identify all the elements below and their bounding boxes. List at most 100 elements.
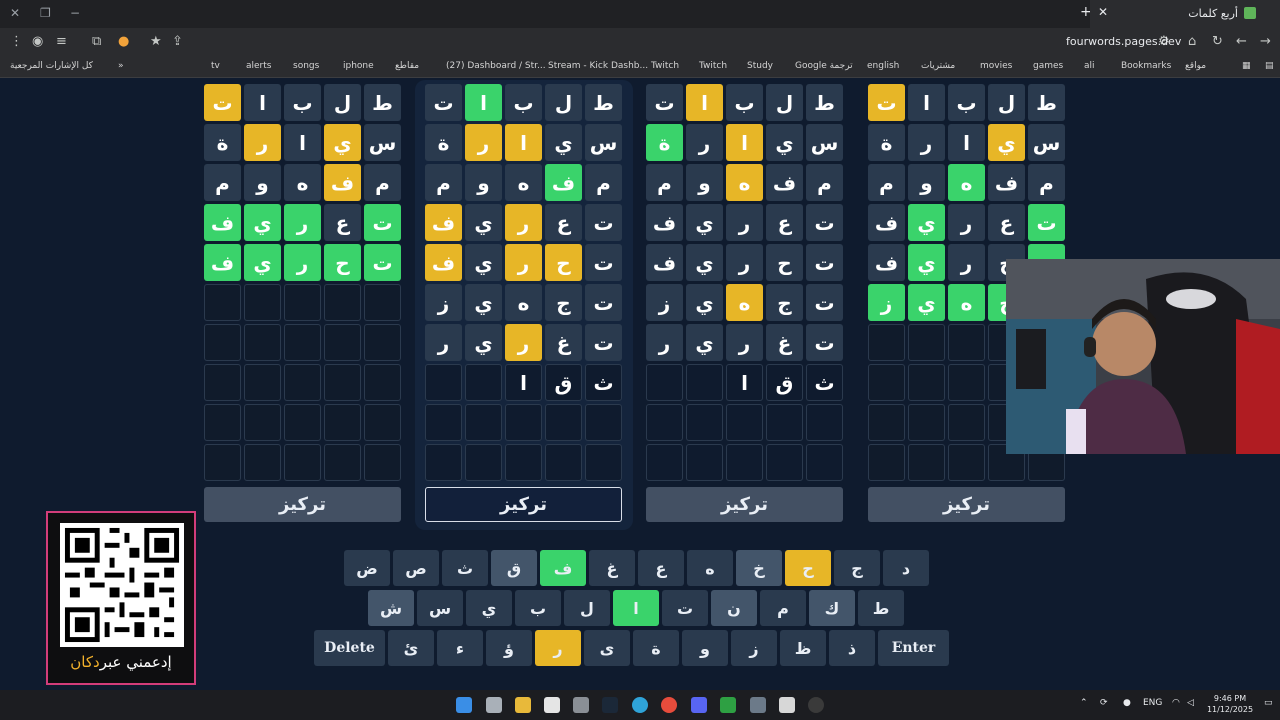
letter-tile: ل [988, 84, 1025, 121]
focus-button-board-1[interactable]: تركيز [204, 487, 401, 522]
home-icon[interactable]: ⌂ [1188, 34, 1196, 49]
bookmark-item[interactable]: (27) Dashboard / Str... [446, 61, 546, 71]
edge-icon[interactable] [632, 697, 648, 713]
delete-key[interactable]: Delete [314, 630, 385, 666]
task-view-icon[interactable] [486, 697, 502, 713]
store-icon[interactable] [544, 697, 560, 713]
extension-icon[interactable]: ● [118, 34, 129, 49]
language-indicator[interactable]: ENG [1143, 698, 1162, 708]
keyboard-key[interactable]: ط [858, 590, 904, 626]
keyboard-key[interactable]: ن [711, 590, 757, 626]
keyboard-key[interactable]: ة [633, 630, 679, 666]
keyboard-key[interactable]: ه [687, 550, 733, 586]
bookmark-star-icon[interactable]: ★ [150, 34, 162, 49]
bookmark-item[interactable]: Google ترجمة [795, 61, 853, 71]
notifications-icon[interactable]: ▭ [1264, 698, 1273, 708]
keyboard-key[interactable]: ر [535, 630, 581, 666]
tab-search-icon[interactable]: ▤ [1265, 61, 1274, 71]
keyboard-key[interactable]: ى [584, 630, 630, 666]
bookmark-item[interactable]: Stream - Kick Dashb... [548, 61, 648, 71]
bookmark-item[interactable]: Twitch [651, 61, 679, 71]
keyboard-key[interactable]: ؤ [486, 630, 532, 666]
bookmark-item[interactable]: english [867, 61, 899, 71]
volume-icon[interactable]: ◁ [1187, 698, 1194, 708]
obs-icon[interactable] [808, 697, 824, 713]
back-icon[interactable]: ← [1236, 34, 1247, 49]
profile-icon[interactable]: ◉ [32, 34, 43, 49]
focus-button-board-2[interactable]: تركيز [425, 487, 622, 522]
app-icon-3[interactable] [779, 697, 795, 713]
bookmark-item[interactable]: Twitch [699, 61, 727, 71]
keyboard-key[interactable]: ا [613, 590, 659, 626]
keyboard-key[interactable]: ض [344, 550, 390, 586]
keyboard-key[interactable]: ك [809, 590, 855, 626]
close-window-icon[interactable]: ✕ [10, 6, 20, 20]
wifi-icon[interactable]: ◠ [1172, 698, 1180, 708]
keyboard-key[interactable]: ج [834, 550, 880, 586]
bookmark-item[interactable]: alerts [246, 61, 271, 71]
bookmark-item[interactable]: مشتريات [921, 61, 955, 71]
keyboard-key[interactable]: ق [491, 550, 537, 586]
bookmark-item[interactable]: كل الإشارات المرجعية [10, 61, 93, 71]
keyboard-key[interactable]: ت [662, 590, 708, 626]
extensions-icon[interactable]: ⧉ [92, 34, 101, 49]
keyboard-key[interactable]: ل [564, 590, 610, 626]
keyboard-key[interactable]: خ [736, 550, 782, 586]
enter-key[interactable]: Enter [878, 630, 949, 666]
bookmark-item[interactable]: iphone [343, 61, 374, 71]
bookmark-item[interactable]: مواقع [1185, 61, 1206, 71]
discord-icon[interactable] [691, 697, 707, 713]
keyboard-key[interactable]: ب [515, 590, 561, 626]
keyboard-key[interactable]: ظ [780, 630, 826, 666]
reload-icon[interactable]: ↻ [1212, 34, 1223, 49]
keyboard-key[interactable]: ع [638, 550, 684, 586]
media-icon[interactable]: ≡ [56, 34, 67, 49]
keyboard-key[interactable]: ذ [829, 630, 875, 666]
bookmark-item[interactable]: مقاطع [395, 61, 419, 71]
keyboard-key[interactable]: د [883, 550, 929, 586]
microphone-icon[interactable]: ● [1123, 698, 1131, 708]
menu-icon[interactable]: ⋮ [10, 34, 23, 49]
apps-grid-icon[interactable]: ▦ [1242, 61, 1251, 71]
bookmark-item[interactable]: Study [747, 61, 773, 71]
bookmark-item[interactable]: tv [211, 61, 220, 71]
address-bar[interactable]: fourwords.pages.dev [1066, 35, 1181, 48]
browser-tab[interactable]: ✕ أربع كلمات [1090, 0, 1280, 28]
bookmark-item[interactable]: Bookmarks [1121, 61, 1171, 71]
tray-overflow-icon[interactable]: ⌃ [1080, 698, 1088, 708]
bookmark-item[interactable]: songs [293, 61, 319, 71]
chrome-icon[interactable] [661, 697, 677, 713]
bookmark-item[interactable]: ali [1084, 61, 1095, 71]
restore-window-icon[interactable]: ❐ [40, 6, 51, 20]
forward-icon[interactable]: → [1260, 34, 1271, 49]
focus-button-board-3[interactable]: تركيز [646, 487, 843, 522]
keyboard-key[interactable]: م [760, 590, 806, 626]
keyboard-key[interactable]: ئ [388, 630, 434, 666]
keyboard-key[interactable]: ء [437, 630, 483, 666]
keyboard-key[interactable]: ح [785, 550, 831, 586]
app-icon-2[interactable] [750, 697, 766, 713]
bookmark-item[interactable]: movies [980, 61, 1012, 71]
keyboard-key[interactable]: س [417, 590, 463, 626]
close-tab-icon[interactable]: ✕ [1098, 5, 1108, 19]
keyboard-key[interactable]: ف [540, 550, 586, 586]
keyboard-key[interactable]: ز [731, 630, 777, 666]
minimize-window-icon[interactable]: − [70, 6, 80, 20]
keyboard-key[interactable]: و [682, 630, 728, 666]
share-icon[interactable]: ⇪ [172, 34, 183, 49]
file-explorer-icon[interactable] [515, 697, 531, 713]
more-bookmarks-icon[interactable]: » [118, 61, 124, 71]
focus-button-board-4[interactable]: تركيز [868, 487, 1065, 522]
steam-icon[interactable] [602, 697, 618, 713]
bookmark-item[interactable]: games [1033, 61, 1063, 71]
start-icon[interactable] [456, 697, 472, 713]
keyboard-key[interactable]: ش [368, 590, 414, 626]
keyboard-key[interactable]: غ [589, 550, 635, 586]
tray-app-icon[interactable]: ⟳ [1100, 698, 1108, 708]
keyboard-key[interactable]: ث [442, 550, 488, 586]
keyboard-key[interactable]: ص [393, 550, 439, 586]
xbox-icon[interactable] [720, 697, 736, 713]
app-icon[interactable] [573, 697, 589, 713]
keyboard-key[interactable]: ي [466, 590, 512, 626]
clock[interactable]: 9:46 PM 11/12/2025 [1206, 693, 1254, 715]
